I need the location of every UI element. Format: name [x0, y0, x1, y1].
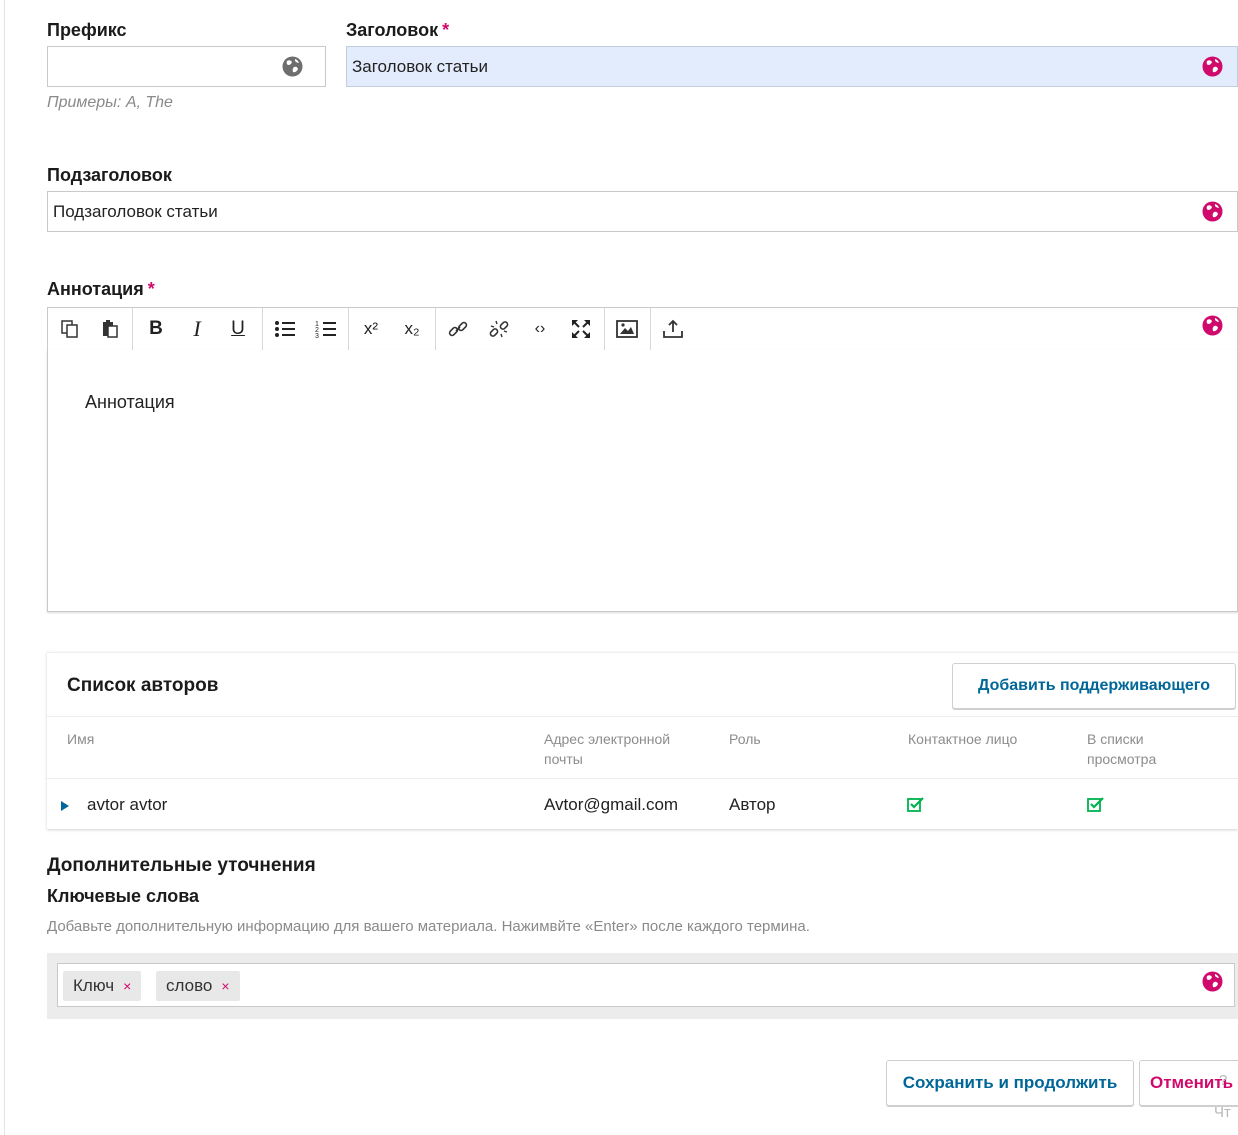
author-role: Автор	[729, 795, 776, 814]
save-continue-button[interactable]: Сохранить и продолжить	[886, 1060, 1134, 1106]
column-header-name: Имя	[67, 731, 95, 747]
column-header-browse-lists: В списки просмотра	[1087, 731, 1157, 767]
bold-icon[interactable]: B	[138, 308, 174, 350]
paste-icon[interactable]	[92, 308, 128, 350]
globe-icon[interactable]	[282, 56, 303, 77]
bullet-list-icon[interactable]	[267, 308, 303, 350]
title-input[interactable]: Заголовок статьи	[346, 46, 1238, 87]
author-name: avtor avtor	[87, 795, 168, 814]
keywords-label: Ключевые слова	[47, 886, 200, 906]
check-icon[interactable]	[1087, 797, 1104, 812]
toolbar-separator	[604, 308, 605, 350]
unlink-icon[interactable]	[481, 308, 517, 350]
globe-icon[interactable]	[1202, 201, 1223, 222]
underline-icon[interactable]: U	[220, 308, 256, 350]
check-icon[interactable]	[907, 797, 924, 812]
title-label-text: Заголовок	[346, 20, 439, 40]
authors-panel: Список авторов Добавить поддерживающего …	[47, 652, 1238, 829]
column-header-primary-contact: Контактное лицо	[908, 731, 1018, 747]
numbered-list-icon[interactable]: 123	[308, 308, 344, 350]
keyword-tag: Ключ ×	[63, 971, 142, 1001]
italic-icon[interactable]: I	[179, 308, 215, 350]
keyword-text: слово	[166, 976, 213, 995]
remove-tag-icon[interactable]: ×	[221, 978, 229, 994]
globe-icon[interactable]	[1202, 56, 1223, 77]
toolbar-separator	[348, 308, 349, 350]
prefix-hint: Примеры: A, The	[47, 94, 173, 111]
superscript-icon[interactable]: x²	[353, 308, 389, 350]
divider	[47, 778, 1238, 779]
editor-toolbar: B I U 123 x² x₂ ‹›	[47, 307, 1238, 351]
subtitle-input[interactable]: Подзаголовок статьи	[47, 191, 1238, 232]
keyword-text: Ключ	[73, 976, 115, 995]
author-email: Avtor@gmail.com	[544, 795, 679, 814]
globe-icon[interactable]	[1202, 971, 1223, 992]
keyword-tag: слово ×	[156, 971, 240, 1001]
additional-heading: Дополнительные уточнения	[47, 855, 316, 876]
title-label: Заголовок *	[346, 20, 449, 41]
toolbar-separator	[435, 308, 436, 350]
abstract-editor[interactable]: Аннотация	[47, 350, 1238, 612]
required-mark: *	[442, 20, 450, 40]
help-glyph: ?	[1219, 1072, 1228, 1089]
column-header-email: Адрес электронной почты	[544, 731, 671, 767]
title-value: Заголовок статьи	[352, 56, 488, 76]
link-icon[interactable]	[440, 308, 476, 350]
subscript-icon[interactable]: x₂	[394, 308, 430, 350]
upload-icon[interactable]	[655, 308, 691, 350]
fullscreen-icon[interactable]	[563, 308, 599, 350]
code-icon[interactable]: ‹›	[522, 308, 558, 350]
image-icon[interactable]	[609, 308, 645, 350]
copy-icon[interactable]	[52, 308, 88, 350]
abstract-label-text: Аннотация	[47, 279, 144, 299]
add-contributor-button[interactable]: Добавить поддерживающего	[952, 663, 1236, 709]
keywords-input[interactable]: Ключ × слово ×	[57, 963, 1235, 1007]
keywords-description: Добавьте дополнительную информацию для в…	[47, 918, 810, 935]
expand-triangle-icon[interactable]	[61, 798, 69, 816]
abstract-content: Аннотация	[85, 392, 175, 412]
subtitle-value: Подзаголовок статьи	[53, 201, 218, 221]
subtitle-label: Подзаголовок	[47, 165, 172, 185]
remove-tag-icon[interactable]: ×	[123, 978, 131, 994]
keywords-container: Ключ × слово ×	[47, 953, 1238, 1019]
required-mark: *	[147, 279, 155, 299]
globe-icon[interactable]	[1202, 315, 1223, 336]
help-text-fragment: Чт	[1214, 1104, 1231, 1121]
page-left-border	[4, 0, 5, 1135]
svg-text:3: 3	[315, 333, 319, 339]
prefix-label: Префикс	[47, 20, 127, 40]
toolbar-separator	[650, 308, 651, 350]
divider	[47, 716, 1238, 717]
toolbar-separator	[262, 308, 263, 350]
authors-title: Список авторов	[67, 675, 219, 696]
toolbar-separator	[132, 308, 133, 350]
abstract-label: Аннотация *	[47, 279, 155, 300]
column-header-role: Роль	[729, 731, 761, 747]
